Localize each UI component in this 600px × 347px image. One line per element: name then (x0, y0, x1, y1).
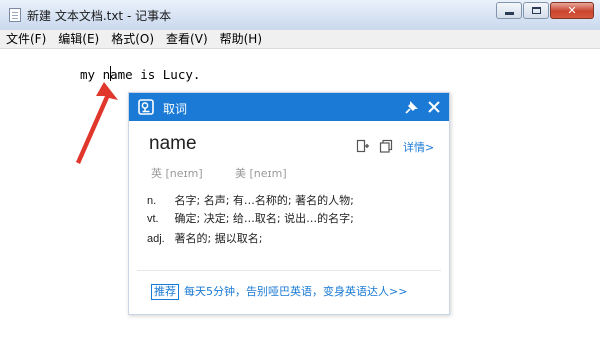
red-arrow-annotation (76, 82, 118, 164)
promo-tag: 推荐 (151, 284, 179, 300)
window-title: 新建 文本文档.txt - 记事本 (27, 9, 172, 23)
definition-text: 著名的; 据以取名; (174, 232, 263, 245)
menu-bar: 文件(F) 编辑(E) 格式(O) 查看(V) 帮助(H) (0, 30, 600, 49)
menu-help[interactable]: 帮助(H) (214, 30, 268, 48)
part-of-speech: n. (147, 195, 157, 207)
definition-row: adj. 著名的; 据以取名; (147, 230, 262, 246)
menu-file[interactable]: 文件(F) (0, 30, 52, 48)
pronunciation-us[interactable]: 美 [neɪm] (235, 165, 287, 181)
promo-text[interactable]: 每天5分钟，告别哑巴英语，变身英语达人>> (184, 285, 407, 298)
popup-header[interactable]: 取词 (129, 93, 449, 121)
menu-edit[interactable]: 编辑(E) (52, 30, 105, 48)
maximize-button[interactable] (523, 2, 549, 19)
menu-format[interactable]: 格式(O) (105, 30, 160, 48)
notepad-icon (9, 8, 21, 22)
part-of-speech: vt. (147, 213, 159, 225)
minimize-button[interactable] (496, 2, 522, 19)
promo-banner[interactable]: 推荐 每天5分钟，告别哑巴英语，变身英语达人>> (151, 283, 407, 300)
dictionary-logo-icon (138, 99, 154, 115)
minimize-icon (505, 12, 514, 15)
add-to-wordbook-icon[interactable] (356, 139, 370, 153)
text-caret (110, 66, 111, 81)
window-controls: ✕ (495, 2, 594, 19)
definition-row: vt. 确定; 决定; 给…取名; 说出…的名字; (147, 210, 354, 226)
close-window-icon: ✕ (567, 4, 577, 17)
copy-icon[interactable] (379, 139, 393, 153)
details-link[interactable]: 详情> (403, 139, 434, 155)
popup-title: 取词 (163, 102, 188, 116)
pronunciation-uk[interactable]: 英 [neɪm] (151, 165, 203, 181)
looked-up-word: name (149, 133, 197, 154)
divider (137, 270, 441, 271)
part-of-speech: adj. (147, 233, 165, 245)
definition-text: 确定; 决定; 给…取名; 说出…的名字; (174, 212, 354, 225)
close-popup-icon[interactable] (427, 100, 441, 114)
arrow-shape (76, 82, 118, 164)
definition-text: 名字; 名声; 有…名称的; 著名的人物; (174, 194, 354, 207)
dictionary-popup: 取词 name 详情> 英 [neɪm] 美 [neɪm] n. 名字; 名声;… (128, 92, 450, 315)
maximize-icon (532, 7, 541, 14)
window-title-bar[interactable]: 新建 文本文档.txt - 记事本 ✕ (0, 0, 600, 31)
pin-icon[interactable] (405, 100, 419, 114)
close-window-button[interactable]: ✕ (550, 2, 594, 19)
menu-view[interactable]: 查看(V) (160, 30, 214, 48)
definition-row: n. 名字; 名声; 有…名称的; 著名的人物; (147, 192, 354, 208)
